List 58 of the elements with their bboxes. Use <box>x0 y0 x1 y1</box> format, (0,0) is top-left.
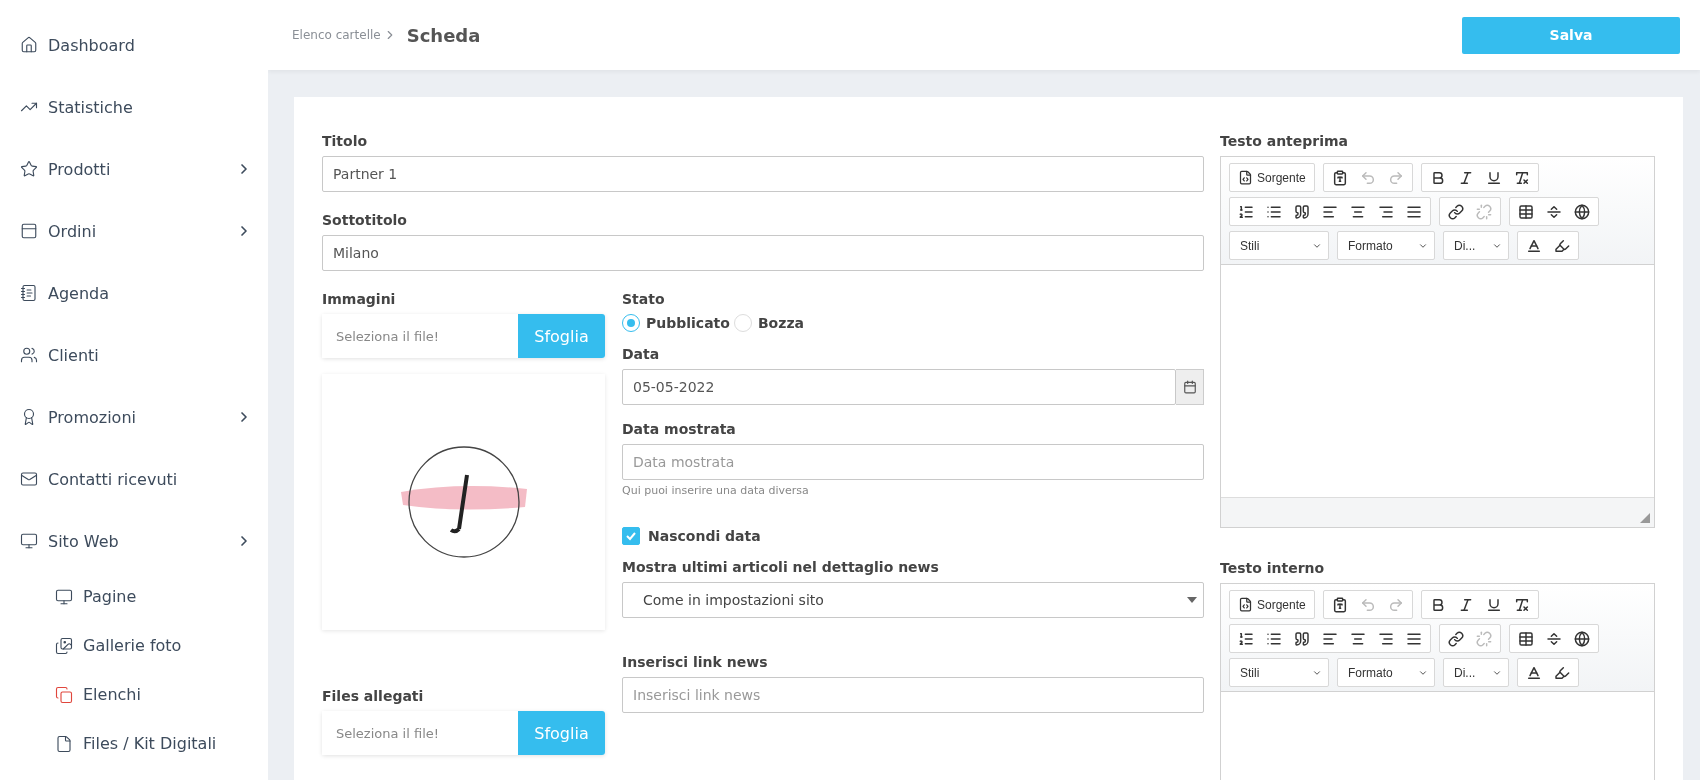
field-label: Inserisci link news <box>622 654 769 670</box>
radio-label: Pubblicato <box>646 315 730 331</box>
text-field[interactable]: Inserisci link news <box>622 677 1204 713</box>
page-title: Scheda <box>406 24 482 46</box>
document-code-icon <box>1238 170 1253 185</box>
date-field[interactable]: 05-05-2022 <box>622 369 1177 405</box>
sidebar-item[interactable]: Ordini <box>0 200 268 262</box>
format-dropdown[interactable]: Formato <box>1337 658 1435 687</box>
sidebar-item[interactable]: Dashboard <box>0 14 268 76</box>
sidebar-item[interactable]: Contatti ricevuti <box>0 448 268 510</box>
calendar-button[interactable] <box>1176 369 1204 405</box>
menu-icon <box>20 470 38 488</box>
checkbox[interactable] <box>622 527 640 545</box>
sidebar-subitem[interactable]: Files / Kit Digitali <box>0 719 268 768</box>
field-label: Files allegati <box>322 688 425 704</box>
field-label: Titolo <box>322 133 369 149</box>
sidebar-subitem[interactable]: Pagine <box>0 572 268 621</box>
sidebar-subitem[interactable]: Elenchi <box>0 670 268 719</box>
sidebar-item[interactable]: Sito Web <box>0 510 268 572</box>
editor-label: Testo anteprima <box>1220 133 1350 149</box>
sidebar-item[interactable]: Promozioni <box>0 386 268 448</box>
calendar-icon <box>1182 380 1197 394</box>
format-dropdown[interactable]: Formato <box>1337 231 1435 260</box>
checkbox-label: Nascondi data <box>648 528 761 544</box>
field-hint: Qui puoi inserire una data diversa <box>622 484 810 497</box>
radio-label: Bozza <box>757 315 804 331</box>
menu-icon <box>20 346 38 364</box>
menu-icon <box>20 532 38 550</box>
text-field[interactable]: Data mostrata <box>622 444 1204 480</box>
format-dropdown[interactable]: Stili <box>1229 658 1329 687</box>
menu-icon <box>20 160 38 178</box>
check-icon <box>625 530 637 542</box>
field-label: Mostra ultimi articoli nel dettaglio news <box>622 559 940 575</box>
format-dropdown[interactable]: Di... <box>1443 658 1509 687</box>
menu-icon <box>20 222 38 240</box>
editor-label: Testo interno <box>1220 560 1326 576</box>
menu-icon <box>20 284 38 302</box>
sidebar-item[interactable]: Clienti <box>0 324 268 386</box>
text-field[interactable]: Partner 1 <box>322 156 1204 192</box>
text-field[interactable]: Milano <box>322 235 1204 271</box>
field-label: Sottotitolo <box>322 212 408 228</box>
caret-icon <box>1187 597 1197 603</box>
file-field[interactable]: Seleziona il file! <box>322 314 518 358</box>
field-label: Stato <box>622 291 666 307</box>
sidebar-subitem[interactable]: Gallerie foto <box>0 621 268 670</box>
file-field[interactable]: Seleziona il file! <box>322 711 518 755</box>
document-code-icon <box>1238 597 1253 612</box>
sidebar-item[interactable]: Prodotti <box>0 138 268 200</box>
format-dropdown[interactable]: Di... <box>1443 231 1509 260</box>
field-label: Data mostrata <box>622 421 737 437</box>
format-dropdown[interactable]: Stili <box>1229 231 1329 260</box>
menu-icon <box>20 36 38 54</box>
field-label: Immagini <box>322 291 397 307</box>
sidebar-item[interactable]: Statistiche <box>0 76 268 138</box>
sidebar-item[interactable]: Agenda <box>0 262 268 324</box>
resize-handle-icon[interactable] <box>1640 513 1650 523</box>
field-label: Data <box>622 346 661 362</box>
select-field[interactable]: Come in impostazioni sito <box>622 582 1204 618</box>
